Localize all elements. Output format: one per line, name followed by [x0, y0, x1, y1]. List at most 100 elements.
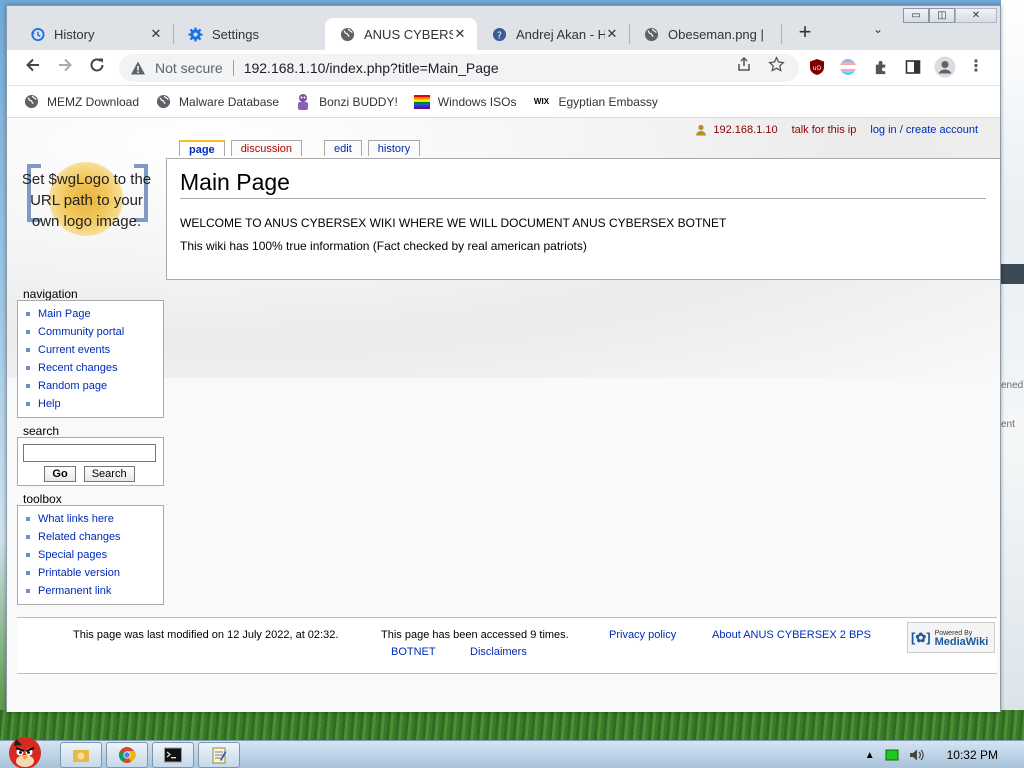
background-window-text: ent	[1001, 419, 1015, 430]
background-window-titlebar	[1001, 264, 1024, 284]
toolbox-label: Related changes	[38, 531, 121, 543]
privacy-policy-link[interactable]: Privacy policy	[609, 629, 676, 641]
tab-search-button[interactable]: ⌄	[873, 22, 883, 36]
bullet	[26, 571, 30, 575]
taskbar-notepad[interactable]	[198, 742, 240, 768]
forward-button[interactable]	[53, 56, 77, 80]
content-paragraph: This wiki has 100% true information (Fac…	[180, 239, 587, 253]
toolbox-special-pages[interactable]: Special pages	[26, 546, 163, 564]
bullet	[26, 517, 30, 521]
tab-history[interactable]: History ✕	[15, 18, 173, 50]
toolbox-what-links-here[interactable]: What links here	[26, 510, 163, 528]
about-link[interactable]: About ANUS CYBERSEX 2 BPS	[712, 629, 871, 641]
nav-item-main-page[interactable]: Main Page	[26, 305, 163, 323]
tab-page[interactable]: page	[179, 140, 225, 156]
bookmark-bonzi-buddy[interactable]: Bonzi BUDDY!	[295, 93, 398, 110]
bullet	[26, 312, 30, 316]
search-portlet: Go Search	[17, 437, 164, 486]
share-icon[interactable]	[733, 56, 755, 78]
tab-edit[interactable]: edit	[324, 140, 362, 156]
reload-button[interactable]	[85, 56, 109, 80]
bookmark-windows-isos[interactable]: Windows ISOs	[413, 94, 516, 110]
start-button[interactable]	[2, 733, 48, 768]
toolbox-label: Permanent link	[38, 585, 112, 597]
toolbox-printable-version[interactable]: Printable version	[26, 564, 163, 582]
tab-discussion[interactable]: discussion	[230, 140, 303, 156]
nav-item-random-page[interactable]: Random page	[26, 377, 163, 395]
nav-item-help[interactable]: Help	[26, 395, 163, 413]
bookmark-egyptian-embassy[interactable]: WIX Egyptian Embassy	[532, 94, 658, 110]
clock[interactable]: 10:32 PM	[947, 748, 998, 762]
url-text[interactable]: 192.168.1.10/index.php?title=Main_Page	[244, 60, 499, 76]
back-button[interactable]	[21, 56, 45, 80]
more-menu-icon[interactable]: ⋮	[965, 56, 987, 78]
page-footer: This page was last modified on 12 July 2…	[17, 617, 997, 674]
bookmark-label: Bonzi BUDDY!	[319, 94, 398, 109]
close-icon[interactable]: ✕	[453, 26, 467, 42]
search-input[interactable]	[23, 444, 156, 462]
nav-label: Help	[38, 398, 61, 410]
wix-icon: WIX	[533, 97, 550, 106]
browser-toolbar: Not secure 192.168.1.10/index.php?title=…	[7, 50, 1000, 86]
notepad-icon	[212, 747, 227, 764]
nav-item-recent-changes[interactable]: Recent changes	[26, 359, 163, 377]
login-link[interactable]: log in / create account	[870, 124, 978, 136]
new-tab-button[interactable]: +	[793, 20, 817, 44]
minimize-button[interactable]: ▭	[903, 8, 929, 23]
tab-history[interactable]: history	[367, 140, 421, 156]
search-button[interactable]: Search	[83, 465, 135, 482]
toolbox-related-changes[interactable]: Related changes	[26, 528, 163, 546]
tab-obeseman[interactable]: Obeseman.png |	[629, 18, 781, 50]
svg-text:uO: uO	[813, 65, 822, 72]
history-icon	[29, 26, 45, 42]
star-icon[interactable]	[765, 56, 787, 78]
about-link-continued[interactable]: BOTNET	[391, 646, 436, 658]
bookmark-malware-database[interactable]: Malware Database	[155, 94, 279, 110]
close-window-button[interactable]: ✕	[955, 8, 997, 23]
personal-tools: 192.168.1.10 talk for this ip log in / c…	[695, 124, 978, 136]
address-bar[interactable]: Not secure 192.168.1.10/index.php?title=…	[119, 54, 799, 82]
close-icon[interactable]: ✕	[149, 26, 163, 42]
profile-avatar-icon[interactable]	[934, 56, 956, 78]
nav-item-community-portal[interactable]: Community portal	[26, 323, 163, 341]
background-window-text: ened	[1001, 380, 1024, 391]
bullet	[26, 553, 30, 557]
desktop-wallpaper-grass	[0, 710, 1024, 740]
bullet	[26, 535, 30, 539]
tab-settings[interactable]: Settings	[173, 18, 325, 50]
nav-label: Main Page	[38, 308, 91, 320]
side-panel-icon[interactable]	[903, 57, 923, 77]
extensions-icon[interactable]	[871, 57, 891, 77]
powered-by-mediawiki-badge[interactable]: [✿] Powered By MediaWiki	[907, 622, 995, 653]
taskbar-explorer[interactable]	[60, 742, 102, 768]
talk-link[interactable]: talk for this ip	[792, 124, 857, 136]
globe-icon	[643, 26, 659, 42]
maximize-button[interactable]: ◫	[929, 8, 955, 23]
trans-flag-icon[interactable]	[838, 57, 858, 77]
user-ip[interactable]: 192.168.1.10	[695, 124, 778, 136]
tab-separator	[781, 24, 782, 44]
bookmark-memz-download[interactable]: MEMZ Download	[23, 94, 139, 110]
tab-anus-cybersex[interactable]: ANUS CYBERSEX ✕	[325, 18, 477, 50]
bullet	[26, 402, 30, 406]
window-controls: ▭ ◫ ✕	[903, 8, 997, 24]
ublock-icon[interactable]: uO	[807, 57, 827, 77]
disclaimers-link[interactable]: Disclaimers	[470, 646, 527, 658]
close-icon[interactable]: ✕	[605, 26, 619, 42]
ip-link[interactable]: 192.168.1.10	[713, 124, 777, 136]
tray-expand-icon[interactable]: ▲	[865, 750, 875, 761]
battery-icon[interactable]	[885, 748, 899, 762]
go-button[interactable]: Go	[44, 465, 76, 482]
nav-item-current-events[interactable]: Current events	[26, 341, 163, 359]
taskbar-chrome[interactable]	[106, 742, 148, 768]
taskbar-cmd[interactable]	[152, 742, 194, 768]
volume-icon[interactable]	[909, 748, 925, 762]
tab-label: Andrej Akan - H	[516, 26, 605, 42]
bonzi-icon	[295, 93, 311, 110]
warning-icon[interactable]	[129, 59, 147, 77]
taskbar: ▲ 10:32 PM	[0, 737, 1024, 768]
tab-andrej-akan[interactable]: ? Andrej Akan - H ✕	[477, 18, 629, 50]
toolbox-permanent-link[interactable]: Permanent link	[26, 582, 163, 600]
gear-icon	[187, 26, 203, 42]
wiki-logo[interactable]: Set $wgLogo to the URL path to your own …	[19, 146, 154, 254]
